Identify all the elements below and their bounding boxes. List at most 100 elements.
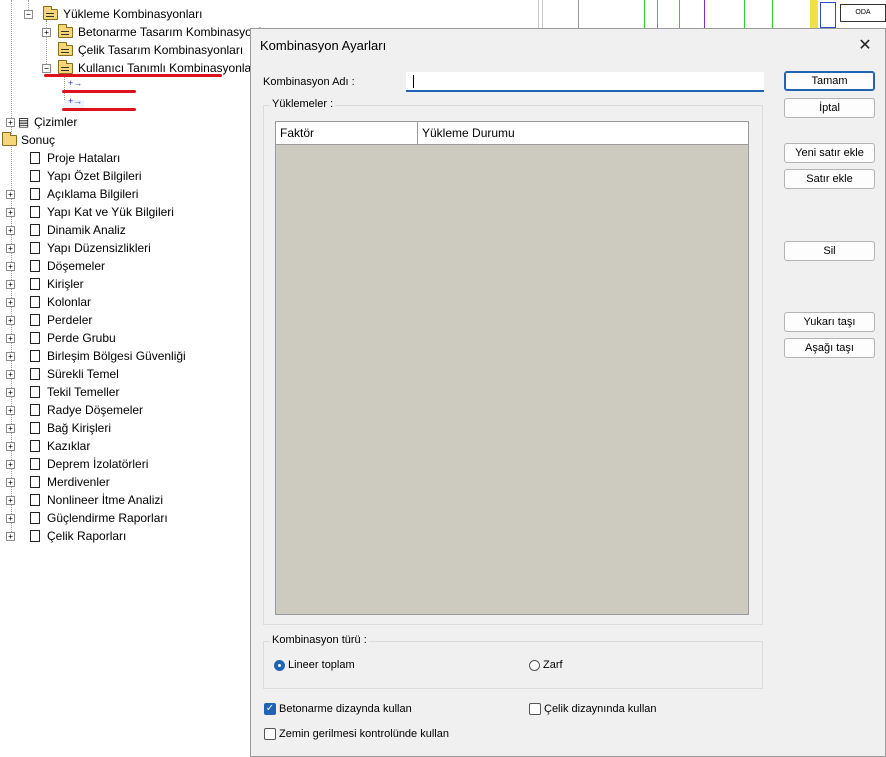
document-icon — [30, 494, 40, 506]
expand-icon[interactable]: + — [6, 261, 15, 271]
tree-item-merdivenler[interactable]: + Merdivenler — [6, 473, 110, 491]
collapse-icon[interactable]: − — [42, 63, 51, 73]
expand-icon[interactable]: + — [6, 441, 15, 451]
expand-icon[interactable]: + — [6, 225, 15, 235]
expand-icon[interactable]: + — [42, 27, 51, 37]
highlight-underline — [62, 108, 136, 111]
collapse-icon[interactable]: − — [24, 9, 33, 19]
delete-button[interactable]: Sil — [784, 241, 875, 261]
use-in-steel-design-label: Çelik dizaynında kullan — [544, 703, 657, 715]
tree-item-radye-dosemeler[interactable]: + Radye Döşemeler — [6, 401, 143, 419]
tree-item-surekli-temel[interactable]: + Sürekli Temel — [6, 365, 119, 383]
combination-name-label: Kombinasyon Adı : — [263, 76, 355, 88]
close-icon[interactable]: ✕ — [855, 35, 875, 55]
highlight-underline — [62, 90, 136, 93]
expand-icon[interactable]: + — [6, 405, 15, 415]
tree-item-yapi-duzensizlikleri[interactable]: + Yapı Düzensizlikleri — [6, 239, 151, 257]
tree-item-label: Kolonlar — [47, 295, 92, 309]
tree-item-betonarme-tasarim[interactable]: + Betonarme Tasarım Kombinasyonları — [42, 23, 275, 41]
tree-item-label: Nonlineer İtme Analizi — [47, 493, 164, 507]
tree-item-perdeler[interactable]: + Perdeler — [6, 311, 92, 329]
cancel-button[interactable]: İptal — [784, 98, 875, 118]
tree-item-proje-hatalari[interactable]: Proje Hataları — [6, 149, 120, 167]
combination-name-input[interactable] — [406, 72, 764, 92]
move-down-button[interactable]: Aşağı taşı — [784, 338, 875, 358]
tree-item-yapi-ozet[interactable]: Yapı Özet Bilgileri — [6, 167, 141, 185]
drawing-line — [744, 0, 745, 30]
checkbox-icon[interactable] — [529, 703, 541, 715]
document-icon — [30, 350, 40, 362]
tree-item-label: Çizimler — [34, 115, 78, 129]
drawing-line — [679, 0, 680, 30]
expand-icon[interactable]: + — [6, 351, 15, 361]
tree-item-combination[interactable]: +→ — [64, 78, 87, 96]
column-header-load-case[interactable]: Yükleme Durumu — [418, 122, 748, 144]
tree-item-dosemeler[interactable]: + Döşemeler — [6, 257, 105, 275]
radio-selected-icon[interactable] — [274, 659, 285, 671]
expand-icon[interactable]: + — [6, 243, 15, 253]
tree-item-nonlineer-itme[interactable]: + Nonlineer İtme Analizi — [6, 491, 163, 509]
expand-icon[interactable]: + — [6, 459, 15, 469]
tree-item-celik-raporlari[interactable]: + Çelik Raporları — [6, 527, 126, 545]
column-header-factor[interactable]: Faktör — [276, 122, 418, 144]
use-in-soil-stress-check[interactable]: Zemin gerilmesi kontrolünde kullan — [264, 728, 449, 740]
checkbox-icon[interactable] — [264, 728, 276, 740]
drawing-line — [542, 0, 543, 30]
radio-icon[interactable] — [529, 659, 540, 671]
tree-item-kirisler[interactable]: + Kirişler — [6, 275, 84, 293]
drawing-box — [820, 2, 836, 28]
tree-item-tekil-temeller[interactable]: + Tekil Temeller — [6, 383, 119, 401]
add-row-button[interactable]: Satır ekle — [784, 169, 875, 189]
move-up-button[interactable]: Yukarı taşı — [784, 312, 875, 332]
tree-item-kolonlar[interactable]: + Kolonlar — [6, 293, 91, 311]
expand-icon[interactable]: + — [6, 477, 15, 487]
expand-icon[interactable]: + — [6, 297, 15, 307]
tree-item-deprem-izolatorleri[interactable]: + Deprem İzolatörleri — [6, 455, 148, 473]
tree-item-aciklama[interactable]: + Açıklama Bilgileri — [6, 185, 138, 203]
tree-item-dinamik-analiz[interactable]: + Dinamik Analiz — [6, 221, 126, 239]
tree-item-sonuc[interactable]: Sonuç — [2, 131, 55, 149]
envelope-option[interactable]: Zarf — [529, 659, 563, 671]
folder-icon — [58, 23, 73, 38]
expand-icon[interactable]: + — [6, 279, 15, 289]
expand-icon[interactable]: + — [6, 369, 15, 379]
project-tree: − Yükleme Kombinasyonları + Betonarme Ta… — [0, 0, 275, 757]
expand-icon[interactable]: + — [6, 315, 15, 325]
tree-item-combination[interactable]: +→ — [64, 96, 87, 114]
highlight-underline — [44, 74, 222, 77]
tree-item-label: Güçlendirme Raporları — [47, 511, 168, 525]
expand-icon[interactable]: + — [6, 189, 15, 199]
tree-item-label: Kazıklar — [47, 439, 91, 453]
checkbox-checked-icon[interactable]: ✓ — [264, 703, 276, 715]
linear-sum-option[interactable]: Lineer toplam — [274, 659, 355, 671]
tree-item-cizimler[interactable]: + ▤ Çizimler — [6, 113, 77, 131]
expand-icon[interactable]: + — [6, 423, 15, 433]
expand-icon[interactable]: + — [6, 333, 15, 343]
expand-icon[interactable]: + — [6, 495, 15, 505]
text-caret — [413, 75, 414, 88]
expand-icon[interactable]: + — [6, 207, 15, 217]
tree-item-birlesim-bolgesi[interactable]: + Birleşim Bölgesi Güvenliği — [6, 347, 186, 365]
loads-grid[interactable]: Faktör Yükleme Durumu — [275, 121, 749, 615]
tree-item-yapi-kat[interactable]: + Yapı Kat ve Yük Bilgileri — [6, 203, 174, 221]
document-icon — [30, 278, 40, 290]
tree-item-guclendirme-raporlari[interactable]: + Güçlendirme Raporları — [6, 509, 168, 527]
use-in-concrete-design[interactable]: ✓ Betonarme dizaynda kullan — [264, 703, 412, 715]
tree-item-label: Dinamik Analiz — [47, 223, 126, 237]
folder-icon — [58, 59, 73, 74]
expand-icon[interactable]: + — [6, 531, 15, 541]
tree-item-bag-kirisleri[interactable]: + Bağ Kirişleri — [6, 419, 111, 437]
room-tag-label: ODA — [855, 9, 871, 16]
tree-item-perde-grubu[interactable]: + Perde Grubu — [6, 329, 116, 347]
tree-item-label: Bağ Kirişleri — [47, 421, 112, 435]
tree-item-celik-tasarim[interactable]: Çelik Tasarım Kombinasyonları — [42, 41, 243, 59]
expand-icon[interactable]: + — [6, 387, 15, 397]
tree-item-kaziklar[interactable]: + Kazıklar — [6, 437, 90, 455]
use-in-steel-design[interactable]: Çelik dizaynında kullan — [529, 703, 657, 715]
expand-icon[interactable]: + — [6, 513, 15, 523]
new-row-button[interactable]: Yeni satır ekle — [784, 143, 875, 163]
tree-item-label: Perdeler — [47, 313, 93, 327]
tree-item-yukleme-kombinasyonlari[interactable]: − Yükleme Kombinasyonları — [24, 5, 202, 23]
ok-button[interactable]: Tamam — [784, 71, 875, 91]
expand-icon[interactable]: + — [6, 117, 15, 127]
